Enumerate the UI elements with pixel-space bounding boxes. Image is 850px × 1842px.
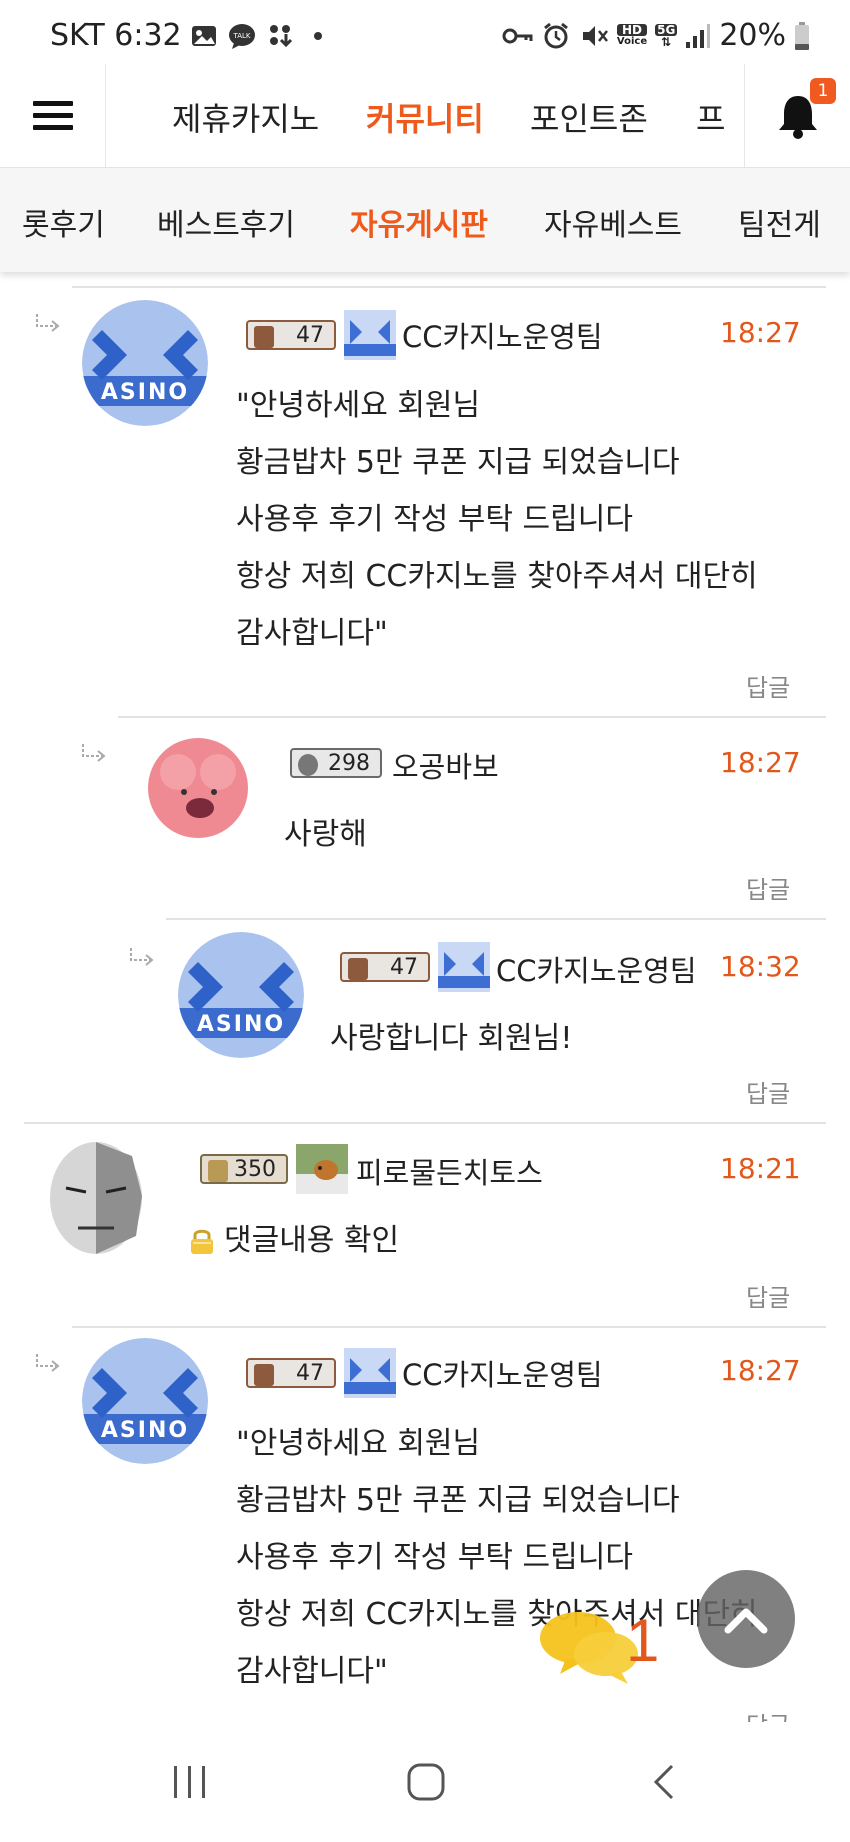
back-icon[interactable] <box>650 1762 680 1802</box>
notification-icons: TALK <box>190 22 332 50</box>
comment-author[interactable]: 피로물든치토스 <box>356 1150 543 1192</box>
reply-button[interactable]: 답글 <box>746 1278 790 1313</box>
casino-logo-icon <box>344 1348 396 1398</box>
comment-author[interactable]: CC카지노운영팀 <box>402 314 603 356</box>
reply-arrow-icon <box>36 314 60 332</box>
comment-time: 18:21 <box>720 1152 801 1185</box>
notification-button[interactable]: 1 <box>744 64 850 168</box>
image-icon <box>192 26 216 46</box>
rank-icon <box>298 754 318 776</box>
comment-divider <box>24 1122 826 1124</box>
reply-button[interactable]: 답글 <box>746 870 790 905</box>
alarm-icon <box>543 22 568 48</box>
sub-navigation: 롯후기 베스트후기 자유게시판 자유베스트 팀전게 <box>0 168 850 272</box>
signal-icon <box>686 23 711 48</box>
hd-voice-icon: HD Voice <box>616 22 648 47</box>
tab-team-battle[interactable]: 팀전게 <box>738 200 821 244</box>
comment-author[interactable]: CC카지노운영팀 <box>496 948 697 990</box>
comment-divider <box>72 1326 826 1328</box>
svg-text:ASINO: ASINO <box>101 380 189 405</box>
avatar[interactable] <box>140 730 256 856</box>
avatar[interactable]: ASINO <box>82 1338 208 1464</box>
rank-icon <box>348 958 368 980</box>
system-icons: HD Voice 5G ⇅ 20% <box>501 18 810 53</box>
svg-text:TALK: TALK <box>232 32 250 40</box>
svg-text:ASINO: ASINO <box>197 1012 285 1037</box>
comment-divider <box>166 918 826 920</box>
reply-arrow-icon <box>36 1354 60 1372</box>
battery-percent: 20% <box>719 18 786 53</box>
carrier-time: SKT 6:32 <box>50 18 182 53</box>
comment-divider <box>72 286 826 288</box>
battery-icon <box>795 21 809 50</box>
recents-icon[interactable] <box>170 1762 210 1802</box>
scroll-to-top-button[interactable] <box>697 1570 795 1668</box>
chat-count[interactable]: 1 <box>626 1606 659 1675</box>
comment-author[interactable]: CC카지노운영팀 <box>402 1352 603 1394</box>
comment-author[interactable]: 오공바보 <box>392 744 499 786</box>
comment-time: 18:27 <box>720 746 801 779</box>
rank-icon <box>254 326 274 348</box>
system-navigation-bar <box>0 1722 850 1842</box>
reply-button[interactable]: 답글 <box>746 1074 790 1109</box>
home-icon[interactable] <box>406 1762 446 1802</box>
level-badge: 47 <box>340 952 430 982</box>
dog-badge-icon <box>296 1144 348 1194</box>
rank-icon <box>208 1160 228 1182</box>
tab-free-best[interactable]: 자유베스트 <box>544 200 682 244</box>
comment-time: 18:27 <box>720 1354 801 1387</box>
talk-icon: TALK <box>229 24 255 49</box>
avatar[interactable]: ASINO <box>82 300 208 426</box>
tab-free-board[interactable]: 자유게시판 <box>350 200 488 244</box>
reply-button[interactable]: 답글 <box>746 668 790 703</box>
reply-arrow-icon <box>130 948 154 966</box>
hamburger-icon <box>32 101 73 130</box>
level-badge: 298 <box>290 748 382 778</box>
top-navigation: 제휴카지노 커뮤니티 포인트존 프 1 <box>0 64 850 168</box>
tab-community[interactable]: 커뮤니티 <box>366 94 484 140</box>
tab-best-review[interactable]: 베스트후기 <box>157 200 295 244</box>
casino-logo-icon <box>344 310 396 360</box>
level-badge: 47 <box>246 1358 336 1388</box>
avatar[interactable]: ASINO <box>178 932 304 1058</box>
tab-point-zone[interactable]: 포인트존 <box>530 94 648 140</box>
download-icon <box>270 25 293 48</box>
tab-review[interactable]: 롯후기 <box>22 200 105 244</box>
menu-button[interactable] <box>0 64 106 168</box>
chevron-up-icon <box>724 1608 768 1634</box>
dot-icon <box>314 32 322 40</box>
tab-next[interactable]: 프 <box>696 94 725 140</box>
lock-icon <box>191 1229 213 1254</box>
tab-affiliate-casino[interactable]: 제휴카지노 <box>172 94 319 140</box>
comment-body: "안녕하세요 회원님 황금밥차 5만 쿠폰 지급 되었습니다 사용후 후기 작성… <box>236 1426 758 1689</box>
casino-logo-icon <box>438 942 490 992</box>
5g-icon: 5G ⇅ <box>655 22 678 49</box>
mute-icon <box>582 25 608 46</box>
main-tabs: 제휴카지노 커뮤니티 포인트존 프 <box>106 64 746 168</box>
notification-badge: 1 <box>810 78 836 104</box>
level-badge: 47 <box>246 320 336 350</box>
key-icon <box>502 28 533 43</box>
reply-arrow-icon <box>82 744 106 762</box>
rank-icon <box>254 1364 274 1386</box>
comment-time: 18:27 <box>720 316 801 349</box>
comment-body[interactable]: 댓글내용 확인 <box>224 1212 399 1269</box>
comment-body: "안녕하세요 회원님 황금밥차 5만 쿠폰 지급 되었습니다 사용후 후기 작성… <box>236 388 758 651</box>
comment-body: 사랑합니다 회원님! <box>330 1021 573 1056</box>
comment-divider <box>118 716 826 718</box>
svg-text:ASINO: ASINO <box>101 1418 189 1443</box>
reply-button[interactable]: 답글 <box>746 1706 790 1722</box>
avatar[interactable] <box>36 1136 154 1262</box>
level-badge: 350 <box>200 1154 288 1184</box>
comment-body: 사랑해 <box>284 817 367 852</box>
comment-time: 18:32 <box>720 950 801 983</box>
